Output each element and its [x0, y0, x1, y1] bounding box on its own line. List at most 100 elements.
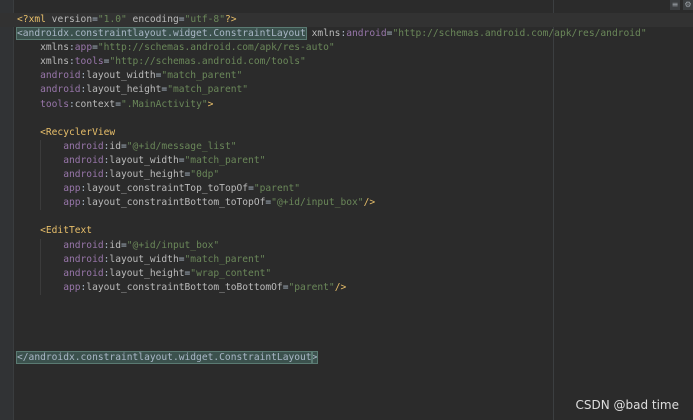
- code-token: app: [17, 281, 81, 293]
- code-line[interactable]: <androidx.constraintlayout.widget.Constr…: [0, 27, 693, 41]
- indent-guide: [40, 266, 41, 281]
- indent-guide: [40, 153, 41, 169]
- code-token: app: [17, 197, 81, 209]
- code-token: ".MainActivity": [120, 98, 208, 110]
- code-line[interactable]: app:layout_constraintTop_toTopOf="parent…: [0, 182, 693, 197]
- code-token: tools: [17, 98, 69, 110]
- code-token: "http://schemas.android.com/tools": [109, 56, 306, 68]
- code-line[interactable]: <EditText: [0, 224, 693, 238]
- code-token: <RecyclerView: [17, 126, 116, 138]
- code-token: android: [17, 253, 104, 265]
- code-token: layout_constraintTop_toTopOf: [86, 183, 249, 195]
- code-line[interactable]: android:layout_width="match_parent": [0, 153, 693, 169]
- code-token: id: [109, 140, 121, 152]
- indent-guide: [40, 280, 41, 295]
- code-token: layout_height: [86, 84, 162, 96]
- code-token: >: [310, 351, 319, 365]
- code-line[interactable]: tools:context=".MainActivity">: [0, 98, 693, 112]
- code-token: "match_parent": [161, 70, 243, 82]
- code-line[interactable]: [0, 112, 693, 126]
- settings-icon[interactable]: ⚙: [683, 0, 693, 10]
- code-token: "@+id/message_list": [126, 140, 237, 152]
- code-token: "http://schemas.android.com/apk/res-auto…: [97, 42, 335, 54]
- code-token: <androidx.constraintlayout.widget.Constr…: [16, 27, 307, 41]
- code-token: "http://schemas.android.com/apk/res/andr…: [392, 28, 647, 40]
- code-token: "0dp": [190, 169, 220, 181]
- code-line[interactable]: app:layout_constraintBottom_toBottomOf="…: [0, 280, 693, 295]
- code-line[interactable]: [0, 337, 693, 351]
- code-token: layout_width: [109, 154, 179, 166]
- code-token: encoding: [132, 14, 179, 25]
- code-token: "match_parent": [184, 253, 266, 265]
- code-token: "match_parent": [167, 84, 249, 96]
- indent-guide: [40, 139, 41, 154]
- code-line[interactable]: <?xml version="1.0" encoding="utf-8"?>: [0, 13, 693, 28]
- code-token: android: [17, 154, 104, 166]
- code-line[interactable]: android:layout_width="match_parent": [0, 69, 693, 83]
- code-token: android: [17, 70, 81, 82]
- code-token: xmlns: [17, 56, 69, 68]
- code-token: xml: [28, 14, 52, 25]
- code-token: "match_parent": [184, 154, 266, 166]
- code-token: layout_width: [86, 70, 156, 82]
- code-line[interactable]: android:id="@+id/message_list": [0, 139, 693, 154]
- code-token: xmlns: [17, 42, 69, 54]
- code-line[interactable]: [0, 323, 693, 337]
- code-token: android: [17, 239, 104, 251]
- code-token: />: [334, 281, 347, 293]
- code-token: "parent": [253, 183, 301, 195]
- indent-guide: [40, 168, 41, 183]
- code-line[interactable]: android:layout_height="wrap_content": [0, 266, 693, 281]
- code-token: layout_height: [109, 267, 185, 279]
- code-line[interactable]: xmlns:app="http://schemas.android.com/ap…: [0, 41, 693, 55]
- code-token: >: [207, 98, 214, 110]
- code-token: "utf-8": [184, 14, 225, 25]
- code-token: android: [17, 267, 104, 279]
- code-token: <EditText: [17, 225, 93, 237]
- code-token: layout_constraintBottom_toTopOf: [86, 197, 266, 209]
- editor-toolbar: ≡ ⚙: [670, 0, 693, 10]
- code-token: android: [17, 169, 104, 181]
- code-token: layout_height: [109, 169, 185, 181]
- code-token: <?: [17, 14, 29, 25]
- code-token: />: [363, 197, 376, 209]
- code-token: </androidx.constraintlayout.widget.Const…: [16, 351, 313, 365]
- indent-guide: [40, 196, 41, 211]
- indent-guide: [40, 182, 41, 197]
- code-token: context: [74, 98, 116, 110]
- code-token: android: [346, 28, 387, 40]
- code-token: "@+id/input_box": [271, 197, 364, 209]
- code-line[interactable]: </androidx.constraintlayout.widget.Const…: [0, 351, 693, 365]
- code-area[interactable]: <?xml version="1.0" encoding="utf-8"?> <a…: [0, 13, 693, 365]
- code-line[interactable]: [0, 295, 693, 309]
- code-line[interactable]: xmlns:tools="http://schemas.android.com/…: [0, 55, 693, 69]
- code-line[interactable]: [0, 210, 693, 224]
- code-token: "parent": [288, 281, 335, 293]
- code-token: ?>: [224, 14, 237, 25]
- code-token: xmlns: [305, 28, 341, 40]
- indent-guide: [40, 252, 41, 267]
- code-line[interactable]: [0, 309, 693, 323]
- code-token: "1.0": [97, 14, 133, 25]
- code-token: version: [51, 14, 93, 25]
- code-line[interactable]: app:layout_constraintBottom_toTopOf="@+i…: [0, 196, 693, 211]
- code-token: layout_constraintBottom_toBottomOf: [86, 281, 283, 293]
- code-token: "@+id/input_box": [126, 239, 220, 251]
- code-line[interactable]: android:layout_width="match_parent": [0, 252, 693, 267]
- indent-guide: [40, 238, 41, 253]
- code-token: tools: [74, 56, 104, 68]
- code-token: android: [17, 140, 104, 152]
- code-editor[interactable]: ≡ ⚙ <?xml version="1.0" encoding="utf-8"…: [0, 0, 693, 420]
- code-token: id: [109, 239, 121, 251]
- code-line[interactable]: android:layout_height="0dp": [0, 168, 693, 183]
- code-token: "wrap_content": [190, 267, 272, 279]
- code-token: app: [74, 42, 93, 54]
- code-line[interactable]: <RecyclerView: [0, 126, 693, 140]
- code-line[interactable]: android:id="@+id/input_box": [0, 238, 693, 253]
- code-token: android: [17, 84, 81, 96]
- code-token: layout_width: [109, 253, 179, 265]
- code-line[interactable]: android:layout_height="match_parent": [0, 83, 693, 97]
- hamburger-icon[interactable]: ≡: [670, 0, 680, 10]
- watermark: CSDN @bad time: [575, 398, 679, 412]
- code-token: app: [17, 183, 81, 195]
